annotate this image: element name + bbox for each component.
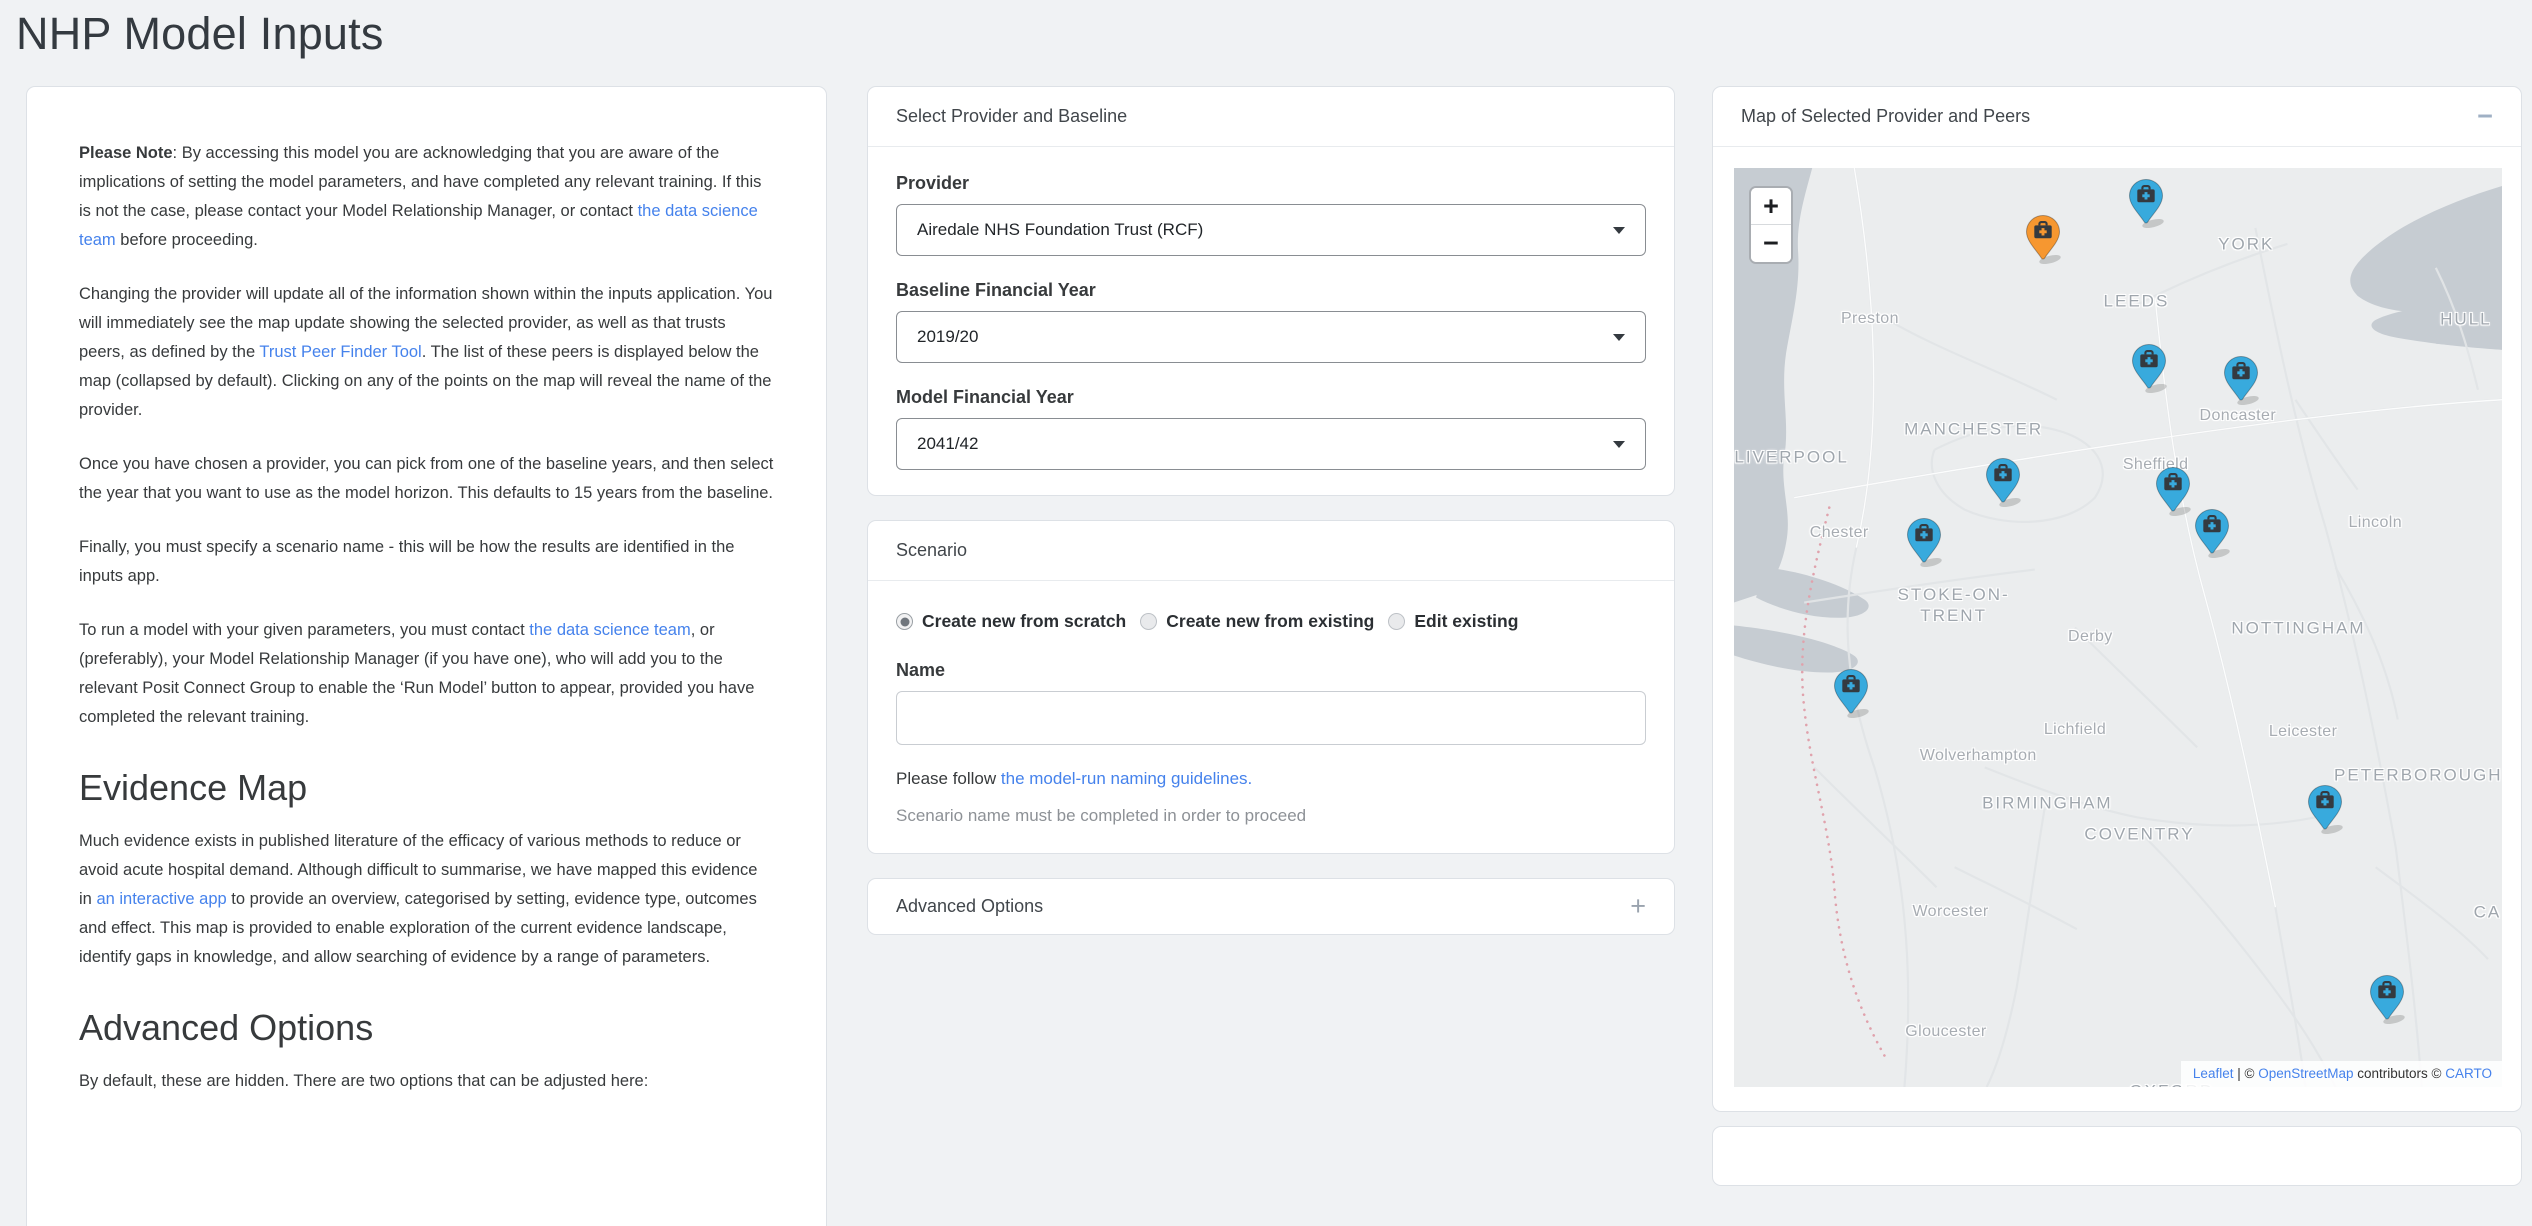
text: contributors ©: [2354, 1066, 2446, 1081]
intro-card: Please Note: By accessing this model you…: [26, 86, 827, 1226]
zoom-in-button[interactable]: +: [1751, 188, 1791, 225]
provider-select-value: Airedale NHS Foundation Trust (RCF): [917, 220, 1203, 240]
radio-option-label: Edit existing: [1414, 611, 1518, 632]
radio-selected-icon[interactable]: [896, 613, 913, 630]
radio-option-label: Create new from existing: [1166, 611, 1374, 632]
provider-baseline-card: Select Provider and Baseline Provider Ai…: [867, 86, 1675, 496]
scenario-name-input[interactable]: [896, 691, 1646, 745]
map-card-header[interactable]: Map of Selected Provider and Peers −: [1713, 87, 2521, 147]
advanced-options-card[interactable]: Advanced Options +: [867, 878, 1675, 935]
map-card-title: Map of Selected Provider and Peers: [1741, 106, 2030, 127]
provider-select[interactable]: Airedale NHS Foundation Trust (RCF): [896, 204, 1646, 256]
provider-field: Provider Airedale NHS Foundation Trust (…: [896, 173, 1646, 256]
peer-provider-marker-icon[interactable]: [2192, 508, 2232, 558]
dropdown-caret-icon: [1613, 441, 1625, 448]
page-title: NHP Model Inputs: [16, 8, 384, 60]
paragraph: Once you have chosen a provider, you can…: [79, 450, 774, 508]
model-year-select-value: 2041/42: [917, 434, 978, 454]
paragraph: Please Note: By accessing this model you…: [79, 139, 774, 255]
peer-provider-marker-icon[interactable]: [2367, 974, 2407, 1024]
section-heading: Advanced Options: [79, 1006, 774, 1049]
scenario-type-radio-option[interactable]: Edit existing: [1388, 611, 1518, 632]
selected-provider-marker-icon[interactable]: [2023, 214, 2063, 264]
expand-plus-icon[interactable]: +: [1630, 893, 1646, 920]
peer-provider-marker-icon[interactable]: [2153, 466, 2193, 516]
text: Once you have chosen a provider, you can…: [79, 455, 773, 502]
peer-provider-marker-icon[interactable]: [1831, 668, 1871, 718]
collapse-minus-icon[interactable]: −: [2477, 103, 2493, 130]
map-card: Map of Selected Provider and Peers −: [1712, 86, 2522, 1112]
text: before proceeding.: [116, 231, 258, 249]
baseline-year-field: Baseline Financial Year 2019/20: [896, 280, 1646, 363]
paragraph: Changing the provider will update all of…: [79, 280, 774, 425]
scenario-type-radio-group: Create new from scratch Create new from e…: [896, 611, 1646, 632]
scenario-type-radio-option[interactable]: Create new from existing: [1140, 611, 1374, 632]
baseline-year-label: Baseline Financial Year: [896, 280, 1646, 301]
basemap-tiles: [1734, 168, 2502, 1087]
advanced-options-title: Advanced Options: [896, 896, 1043, 917]
provider-card-header: Select Provider and Baseline: [868, 87, 1674, 147]
section-heading: Evidence Map: [79, 766, 774, 809]
peer-provider-marker-icon[interactable]: [2305, 784, 2345, 834]
leaflet-map[interactable]: PrestonYORKLEEDSHULLMANCHESTERLIVERPOOLD…: [1734, 168, 2502, 1087]
model-year-field: Model Financial Year 2041/42: [896, 387, 1646, 470]
text-link[interactable]: an interactive app: [96, 890, 226, 908]
scenario-card: Scenario Create new from scratchCreate n…: [867, 520, 1675, 854]
text-link[interactable]: the data science team: [529, 621, 690, 639]
baseline-year-select[interactable]: 2019/20: [896, 311, 1646, 363]
text: To run a model with your given parameter…: [79, 621, 529, 639]
paragraph: Finally, you must specify a scenario nam…: [79, 533, 774, 591]
paragraph: Much evidence exists in published litera…: [79, 827, 774, 972]
map-zoom-control: + −: [1749, 186, 1793, 264]
text: Evidence Map: [79, 767, 307, 808]
peers-list-card[interactable]: [1712, 1126, 2522, 1186]
dropdown-caret-icon: [1613, 227, 1625, 234]
intro-text: Please Note: By accessing this model you…: [27, 87, 826, 1151]
map-attribution: Leaflet | © OpenStreetMap contributors ©…: [2181, 1061, 2502, 1087]
radio-unselected-icon[interactable]: [1388, 613, 1405, 630]
text: | ©: [2233, 1066, 2258, 1081]
radio-unselected-icon[interactable]: [1140, 613, 1157, 630]
zoom-out-button[interactable]: −: [1751, 225, 1791, 262]
model-year-label: Model Financial Year: [896, 387, 1646, 408]
provider-label: Provider: [896, 173, 1646, 194]
paragraph: By default, these are hidden. There are …: [79, 1067, 774, 1096]
paragraph: To run a model with your given parameter…: [79, 616, 774, 732]
scenario-card-title: Scenario: [896, 540, 967, 561]
text-link[interactable]: the model-run naming guidelines.: [1001, 769, 1252, 788]
model-year-select[interactable]: 2041/42: [896, 418, 1646, 470]
baseline-year-select-value: 2019/20: [917, 327, 978, 347]
peer-provider-marker-icon[interactable]: [2221, 355, 2261, 405]
scenario-validation-message: Scenario name must be completed in order…: [896, 806, 1646, 826]
dropdown-caret-icon: [1613, 334, 1625, 341]
peer-provider-marker-icon[interactable]: [2126, 178, 2166, 228]
text-link[interactable]: OpenStreetMap: [2258, 1066, 2353, 1081]
text: Please follow: [896, 769, 1001, 788]
text: Finally, you must specify a scenario nam…: [79, 538, 734, 585]
bold-text: Please Note: [79, 144, 173, 162]
text-link[interactable]: Trust Peer Finder Tool: [259, 343, 421, 361]
peer-provider-marker-icon[interactable]: [2129, 343, 2169, 393]
scenario-name-label: Name: [896, 660, 1646, 681]
peer-provider-marker-icon[interactable]: [1904, 517, 1944, 567]
radio-option-label: Create new from scratch: [922, 611, 1126, 632]
scenario-type-radio-option[interactable]: Create new from scratch: [896, 611, 1126, 632]
scenario-card-header: Scenario: [868, 521, 1674, 581]
peer-provider-marker-icon[interactable]: [1983, 457, 2023, 507]
text-link[interactable]: Leaflet: [2193, 1066, 2234, 1081]
provider-card-title: Select Provider and Baseline: [896, 106, 1127, 127]
naming-guidelines-help: Please follow the model-run naming guide…: [896, 769, 1646, 789]
text: By default, these are hidden. There are …: [79, 1072, 648, 1090]
text-link[interactable]: CARTO: [2445, 1066, 2492, 1081]
text: Advanced Options: [79, 1007, 373, 1048]
